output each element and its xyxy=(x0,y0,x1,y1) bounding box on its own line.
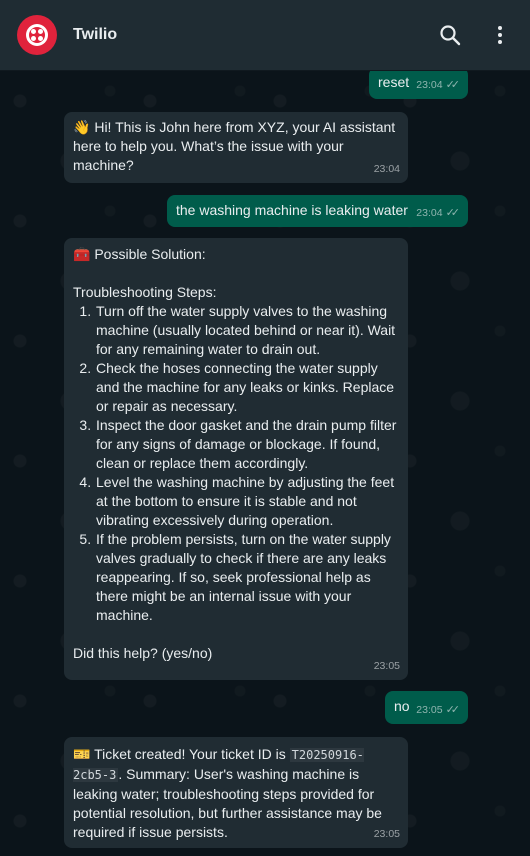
message-text: Ticket created! Your ticket ID is xyxy=(94,746,286,762)
logo-dot xyxy=(38,36,43,41)
message-text: the washing machine is leaking water xyxy=(176,202,408,218)
message-text: reset xyxy=(378,74,410,90)
toolbox-emoji: 🧰 xyxy=(73,246,91,262)
message-text: Hi! This is John here from XYZ, your AI … xyxy=(73,119,396,173)
ticket-emoji: 🎫 xyxy=(73,746,91,762)
message-time: 23:04 xyxy=(416,207,443,219)
message-time: 23:05 xyxy=(373,660,400,672)
message-meta: 23:04 ✓✓ xyxy=(416,76,460,95)
incoming-message[interactable]: 🎫 Ticket created! Your ticket ID is T202… xyxy=(64,737,408,848)
solution-heading: 🧰 Possible Solution: xyxy=(73,245,399,264)
chat-title: Twilio xyxy=(73,26,118,43)
double-check-icon: ✓✓ xyxy=(445,79,461,91)
double-check-icon: ✓✓ xyxy=(445,207,461,219)
chat-header: Twilio xyxy=(0,0,530,71)
list-item: Check the hoses connecting the water sup… xyxy=(95,359,399,416)
message-time: 23:05 xyxy=(416,704,443,716)
incoming-message[interactable]: 👋 Hi! This is John here from XYZ, your A… xyxy=(64,112,408,183)
message-time: 23:04 xyxy=(416,79,443,91)
logo-dot xyxy=(38,29,43,34)
incoming-message[interactable]: 🧰 Possible Solution: Troubleshooting Ste… xyxy=(64,238,408,680)
double-check-icon: ✓✓ xyxy=(445,704,461,716)
message-meta: 23:04 xyxy=(374,160,400,179)
heading-text: Possible Solution: xyxy=(94,246,206,262)
logo-dot xyxy=(31,29,36,34)
message-meta: 23:04 ✓✓ xyxy=(416,204,460,223)
more-vertical-icon[interactable] xyxy=(488,23,512,47)
logo-ring xyxy=(26,24,48,46)
chat-area[interactable]: reset 23:04 ✓✓ 👋 Hi! This is John here f… xyxy=(0,71,530,856)
message-meta: 23:05 xyxy=(374,825,400,844)
outgoing-message[interactable]: reset 23:04 ✓✓ xyxy=(369,71,468,99)
message-meta: 23:05 xyxy=(374,657,400,676)
logo-ring-inner xyxy=(29,27,45,43)
steps-list: Turn off the water supply valves to the … xyxy=(73,302,399,625)
steps-heading: Troubleshooting Steps: xyxy=(73,284,217,300)
list-item: Level the washing machine by adjusting t… xyxy=(95,473,399,530)
wave-emoji: 👋 xyxy=(73,119,91,135)
list-item: If the problem persists, turn on the wat… xyxy=(95,530,399,625)
list-item: Inspect the door gasket and the drain pu… xyxy=(95,416,399,473)
message-time: 23:05 xyxy=(373,828,400,840)
message-text: . Summary: User's washing machine is lea… xyxy=(73,766,382,840)
twilio-logo[interactable] xyxy=(17,15,57,55)
outgoing-message[interactable]: no 23:05 ✓✓ xyxy=(385,691,468,724)
message-time: 23:04 xyxy=(373,163,400,175)
follow-up-question: Did this help? (yes/no) xyxy=(73,645,213,661)
outgoing-message[interactable]: the washing machine is leaking water 23:… xyxy=(167,195,468,227)
logo-dot xyxy=(31,36,36,41)
list-item: Turn off the water supply valves to the … xyxy=(95,302,399,359)
message-meta: 23:05 ✓✓ xyxy=(416,701,460,720)
search-icon[interactable] xyxy=(438,23,462,47)
message-text: no xyxy=(394,698,410,714)
